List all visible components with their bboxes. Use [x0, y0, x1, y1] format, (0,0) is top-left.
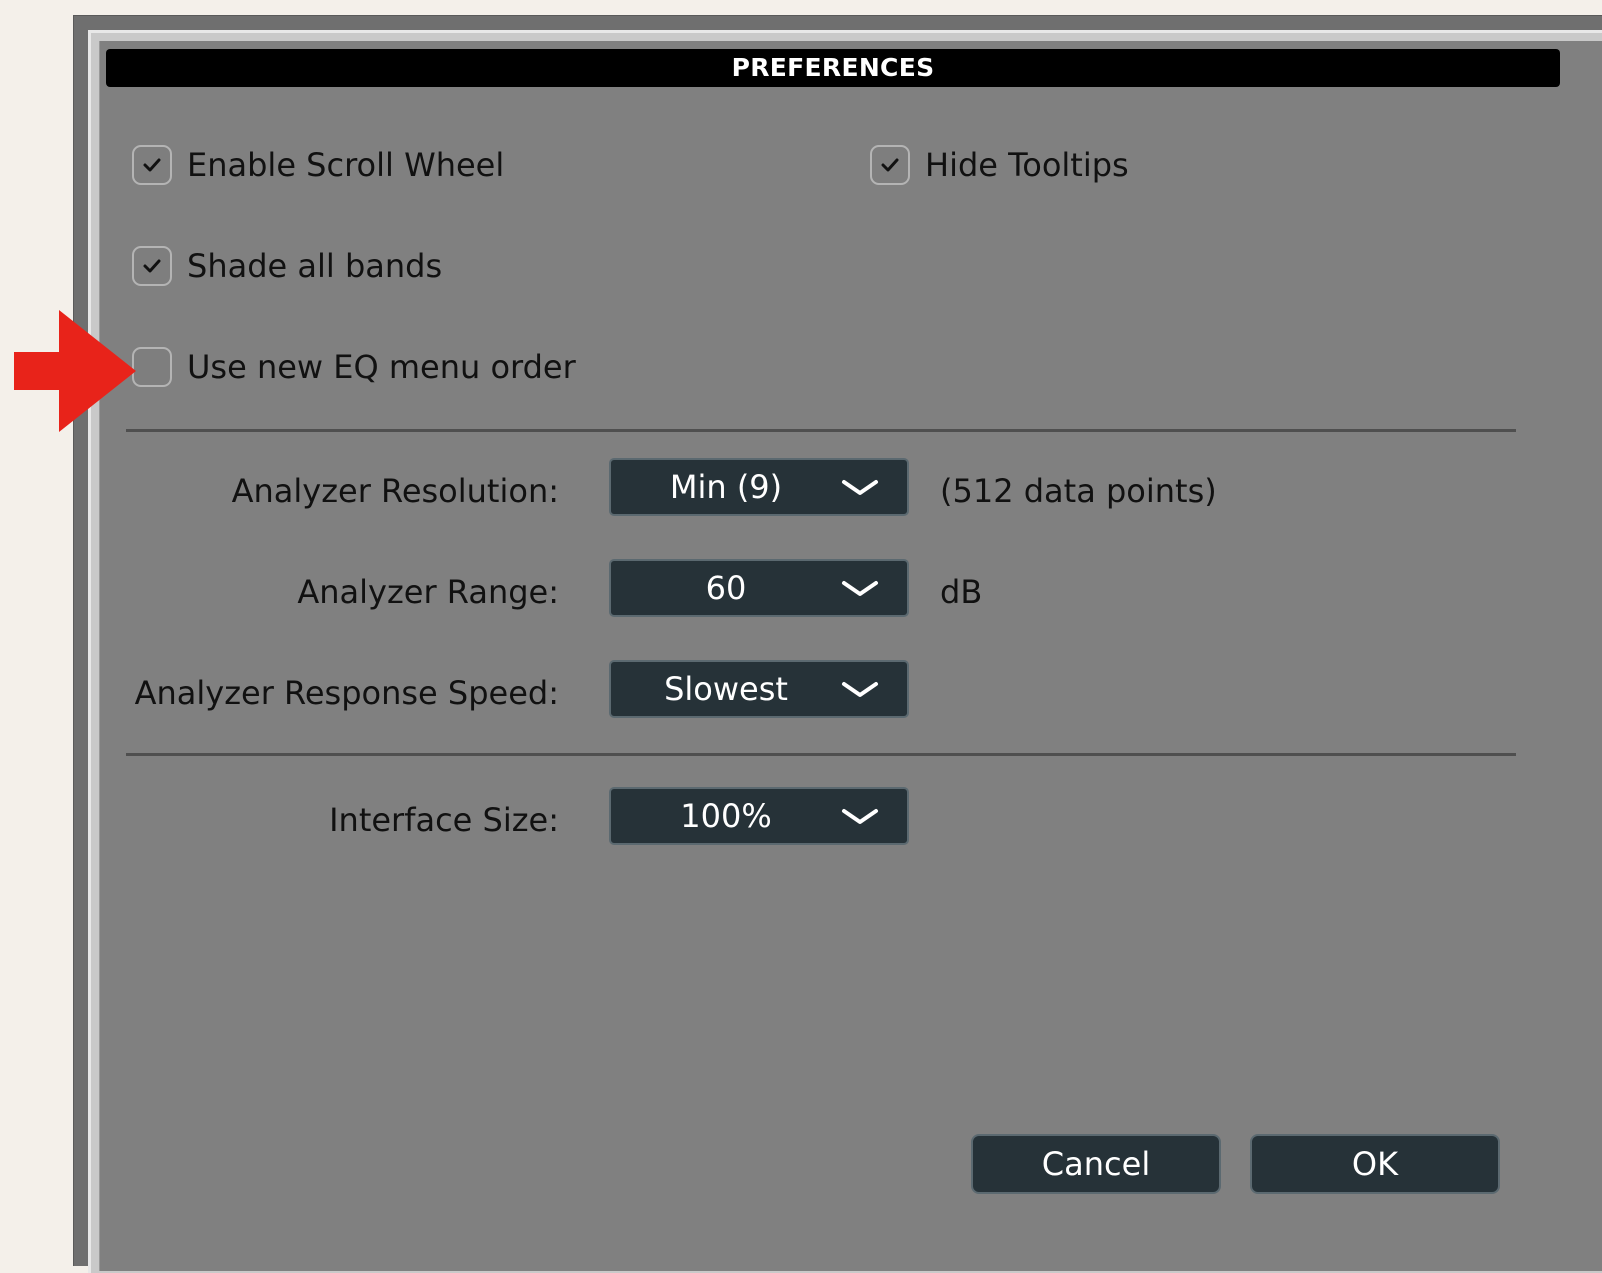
eq-menu-order-label: Use new EQ menu order	[187, 348, 576, 386]
shade-bands-label: Shade all bands	[187, 247, 443, 285]
scroll-wheel-label: Enable Scroll Wheel	[187, 146, 505, 184]
analyzer-resolution-select[interactable]: Min (9)	[609, 458, 909, 516]
checkmark-icon	[143, 259, 161, 273]
shade-bands-option[interactable]: Shade all bands	[132, 243, 442, 289]
select-value: Slowest	[664, 670, 788, 708]
resolution-data-points: (512 data points)	[940, 472, 1217, 510]
analyzer-range-select[interactable]: 60	[609, 559, 909, 617]
select-value: Min (9)	[669, 468, 783, 506]
red-arrow-icon	[14, 310, 136, 432]
analyzer-resolution-label: Analyzer Resolution:	[231, 472, 559, 510]
analyzer-range-label: Analyzer Range:	[297, 573, 559, 611]
shade-bands-checkbox[interactable]	[132, 246, 172, 286]
interface-size-select[interactable]: 100%	[609, 787, 909, 845]
analyzer-speed-select[interactable]: Slowest	[609, 660, 909, 718]
select-value: 100%	[680, 797, 772, 835]
scroll-wheel-option[interactable]: Enable Scroll Wheel	[132, 142, 504, 188]
analyzer-speed-label: Analyzer Response Speed:	[134, 674, 559, 712]
checkmark-icon	[881, 158, 899, 172]
scroll-wheel-checkbox[interactable]	[132, 145, 172, 185]
select-value: 60	[705, 569, 747, 607]
cancel-button[interactable]: Cancel	[971, 1134, 1221, 1194]
preferences-dialog: PREFERENCES Enable Scroll Wheel Hide Too…	[99, 41, 1602, 1271]
hide-tooltips-option[interactable]: Hide Tooltips	[870, 142, 1129, 188]
chevron-down-icon	[842, 581, 878, 596]
range-unit: dB	[940, 573, 983, 611]
chevron-down-icon	[842, 480, 878, 495]
eq-menu-order-option[interactable]: Use new EQ menu order	[132, 344, 576, 390]
chevron-down-icon	[842, 682, 878, 697]
chevron-down-icon	[842, 809, 878, 824]
hide-tooltips-checkbox[interactable]	[870, 145, 910, 185]
section-divider	[126, 753, 1516, 756]
interface-size-label: Interface Size:	[329, 801, 559, 839]
hide-tooltips-label: Hide Tooltips	[925, 146, 1129, 184]
dialog-title: PREFERENCES	[106, 49, 1560, 87]
ok-button[interactable]: OK	[1250, 1134, 1500, 1194]
checkmark-icon	[143, 158, 161, 172]
section-divider	[126, 429, 1516, 432]
